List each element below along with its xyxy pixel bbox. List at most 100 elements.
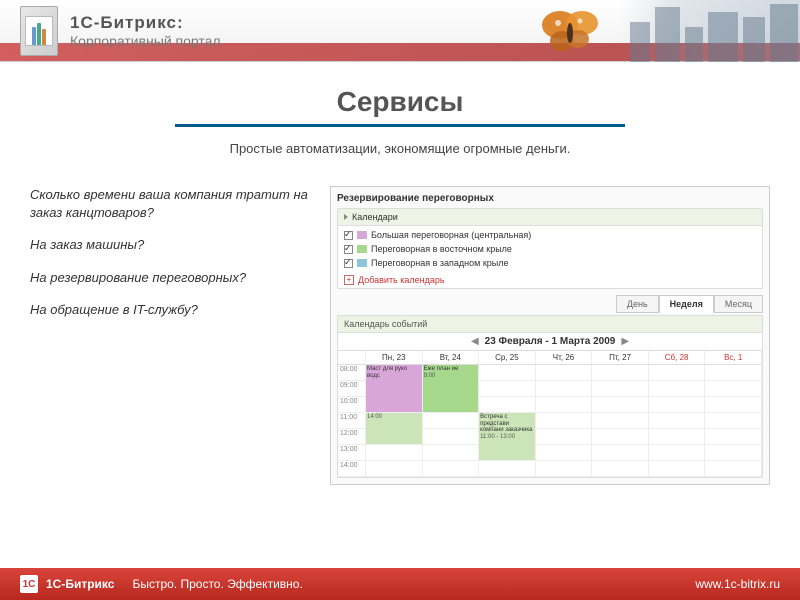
cityscape-decoration xyxy=(620,0,800,62)
question-text: На обращение в IT-службу? xyxy=(30,301,310,319)
butterfly-icon xyxy=(530,5,610,60)
calendar-cell[interactable] xyxy=(649,381,706,397)
calendar-event[interactable]: Встреча с представи компани заказчика11:… xyxy=(479,413,535,460)
slide-header: 1С-Битрикс: Корпоративный портал xyxy=(0,0,800,62)
calendar-name: Большая переговорная (центральная) xyxy=(371,230,531,240)
calendar-cell[interactable] xyxy=(649,461,706,477)
calendar-cell[interactable] xyxy=(592,397,649,413)
time-label: 09:00 xyxy=(338,381,366,397)
calendar-cell[interactable] xyxy=(705,445,762,461)
brand-title: 1С-Битрикс: xyxy=(70,13,221,33)
calendar-cell[interactable] xyxy=(366,461,423,477)
day-header: Пт, 27 xyxy=(592,351,649,365)
calendar-cell[interactable] xyxy=(479,381,536,397)
calendar-cell[interactable] xyxy=(479,365,536,381)
calendar-cell[interactable] xyxy=(423,461,480,477)
calendars-toggle[interactable]: Календари xyxy=(338,209,762,226)
next-arrow-icon[interactable]: ▶ xyxy=(621,336,629,347)
calendar-name: Переговорная в восточном крыле xyxy=(371,244,512,254)
calendar-cell[interactable] xyxy=(705,381,762,397)
calendar-cell[interactable] xyxy=(592,413,649,429)
calendar-cell[interactable] xyxy=(423,413,480,429)
day-header: Ср, 25 xyxy=(479,351,536,365)
calendar-cell[interactable] xyxy=(649,413,706,429)
tab-week[interactable]: Неделя xyxy=(659,295,714,313)
calendar-cell[interactable] xyxy=(649,397,706,413)
calendar-panel-title: Резервирование переговорных xyxy=(337,193,763,204)
product-box-icon xyxy=(20,6,58,56)
calendar-event[interactable]: 14:00 xyxy=(366,413,422,444)
calendar-cell[interactable] xyxy=(592,381,649,397)
title-underline xyxy=(175,124,625,127)
calendar-cell[interactable] xyxy=(536,397,593,413)
slide-footer: 1C 1С-Битрикс Быстро. Просто. Эффективно… xyxy=(0,568,800,600)
calendar-cell[interactable] xyxy=(366,445,423,461)
calendar-cell[interactable] xyxy=(536,381,593,397)
date-navigator: ◀ 23 Февраля - 1 Марта 2009 ▶ xyxy=(337,333,763,351)
time-label: 14:00 xyxy=(338,461,366,477)
calendar-color-swatch xyxy=(357,259,367,267)
calendar-cell[interactable] xyxy=(536,461,593,477)
question-text: Сколько времени ваша компания тратит на … xyxy=(30,186,310,222)
calendar-cell[interactable] xyxy=(705,413,762,429)
day-header: Вт, 24 xyxy=(423,351,480,365)
calendar-cell[interactable] xyxy=(592,365,649,381)
checkbox-icon[interactable] xyxy=(344,259,353,268)
calendar-cell[interactable] xyxy=(705,397,762,413)
brand-subtitle: Корпоративный портал xyxy=(70,33,221,49)
calendar-event[interactable]: Еже план ие9:00 xyxy=(423,365,479,412)
calendar-cell[interactable] xyxy=(536,445,593,461)
calendar-cell[interactable] xyxy=(479,397,536,413)
footer-logo-icon: 1C xyxy=(20,575,38,593)
calendar-cell[interactable] xyxy=(536,429,593,445)
footer-tagline: Быстро. Просто. Эффективно. xyxy=(132,577,302,591)
calendar-item[interactable]: Большая переговорная (центральная) xyxy=(342,228,758,242)
calendar-color-swatch xyxy=(357,231,367,239)
calendar-cell[interactable] xyxy=(649,365,706,381)
time-label: 10:00 xyxy=(338,397,366,413)
page-subtitle: Простые автоматизации, экономящие огромн… xyxy=(0,141,800,156)
calendar-cell[interactable] xyxy=(592,445,649,461)
time-label: 12:00 xyxy=(338,429,366,445)
question-text: На резервирование переговорных? xyxy=(30,269,310,287)
calendar-cell[interactable] xyxy=(705,429,762,445)
day-header: Сб, 28 xyxy=(649,351,706,365)
tab-month[interactable]: Месяц xyxy=(714,295,763,313)
page-title: Сервисы xyxy=(0,86,800,118)
calendar-cell[interactable] xyxy=(649,445,706,461)
calendar-cell[interactable] xyxy=(592,429,649,445)
day-header: Чт, 26 xyxy=(536,351,593,365)
calendar-cell[interactable] xyxy=(705,461,762,477)
calendar-screenshot: Резервирование переговорных Календари Бо… xyxy=(330,186,770,485)
prev-arrow-icon[interactable]: ◀ xyxy=(471,336,479,347)
calendar-item[interactable]: Переговорная в восточном крыле xyxy=(342,242,758,256)
calendar-name: Переговорная в западном крыле xyxy=(371,258,509,268)
date-range: 23 Февраля - 1 Марта 2009 xyxy=(485,336,616,347)
calendar-cell[interactable] xyxy=(705,365,762,381)
calendars-label: Календари xyxy=(352,212,398,222)
add-calendar-link[interactable]: + Добавить календарь xyxy=(338,272,762,288)
footer-brand: 1С-Битрикс xyxy=(46,577,114,591)
calendar-cell[interactable] xyxy=(479,461,536,477)
chevron-right-icon xyxy=(344,214,348,220)
day-header: Вс, 1 xyxy=(705,351,762,365)
checkbox-icon[interactable] xyxy=(344,231,353,240)
calendar-cell[interactable] xyxy=(536,413,593,429)
checkbox-icon[interactable] xyxy=(344,245,353,254)
calendar-color-swatch xyxy=(357,245,367,253)
calendar-cell[interactable] xyxy=(423,445,480,461)
plus-icon: + xyxy=(344,275,354,285)
calendar-cell[interactable] xyxy=(423,429,480,445)
day-header: Пн, 23 xyxy=(366,351,423,365)
add-calendar-label: Добавить календарь xyxy=(358,275,445,285)
calendar-cell[interactable] xyxy=(536,365,593,381)
time-label: 11:00 xyxy=(338,413,366,429)
calendar-cell[interactable] xyxy=(649,429,706,445)
time-label: 08:00 xyxy=(338,365,366,381)
calendar-item[interactable]: Переговорная в западном крыле xyxy=(342,256,758,270)
calendar-event[interactable]: Маст для руко водс xyxy=(366,365,422,412)
tab-day[interactable]: День xyxy=(616,295,659,313)
footer-url: www.1c-bitrix.ru xyxy=(695,577,780,591)
calendar-cell[interactable] xyxy=(592,461,649,477)
time-label: 13:00 xyxy=(338,445,366,461)
